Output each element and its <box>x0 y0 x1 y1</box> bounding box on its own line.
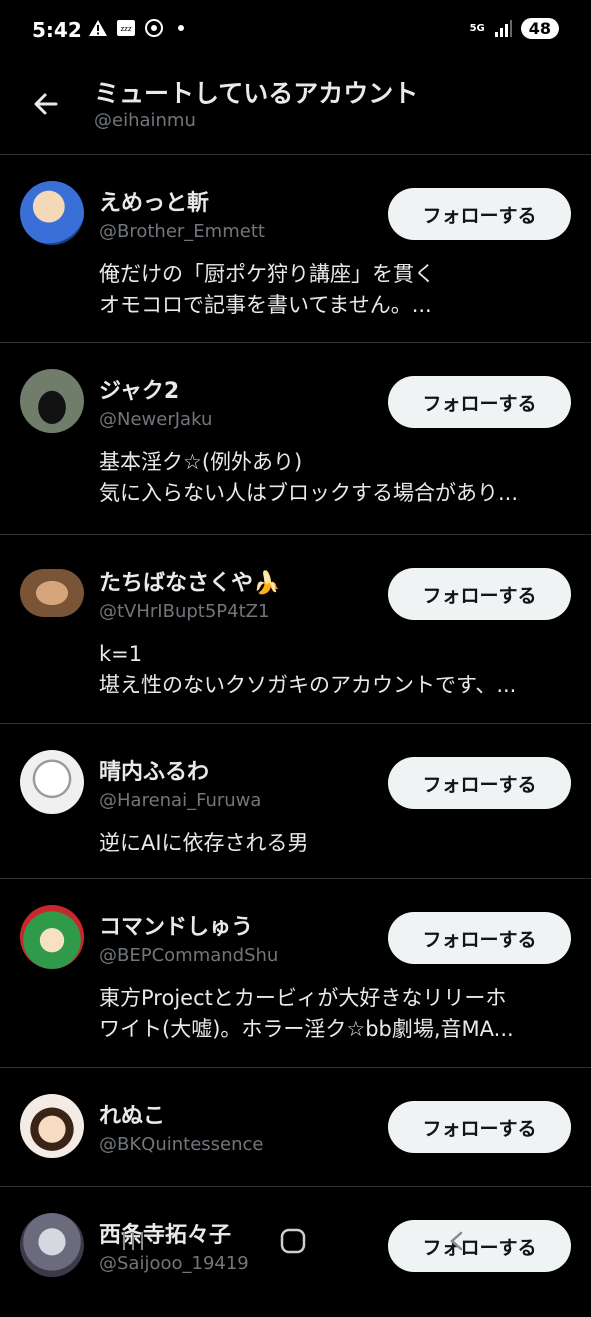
bio-line: ワイト(大嘘)。ホラー淫ク☆bb劇場,音MA... <box>99 1017 514 1041</box>
avatar[interactable] <box>20 1094 84 1158</box>
bio-line: 基本淫ク☆(例外あり) <box>99 450 303 474</box>
account-bio: k=1 堪え性のないクソガキのアカウントです、... <box>99 639 569 701</box>
avatar[interactable] <box>20 750 84 814</box>
account-handle: @Harenai_Furuwa <box>99 790 262 811</box>
account-handle: @Brother_Emmett <box>99 221 265 242</box>
account-row[interactable]: コマンドしゅう @BEPCommandShu 東方Projectとカービィが大好… <box>0 879 591 1068</box>
signal-icon <box>494 19 512 37</box>
follow-button[interactable]: フォローする <box>388 757 571 809</box>
account-handle: @BEPCommandShu <box>99 945 279 966</box>
account-name: ジャク2 <box>99 379 180 404</box>
muted-accounts-list: えめっと斬 @Brother_Emmett 俺だけの「厨ポケ狩り講座」を貫く オ… <box>0 155 591 1317</box>
account-bio: 俺だけの「厨ポケ狩り講座」を貫く オモコロで記事を書いてません。... <box>99 259 569 321</box>
zzz-icon: zzz <box>117 20 135 36</box>
page-header: ミュートしているアカウント @eihainmu <box>0 62 591 155</box>
account-row[interactable]: ジャク2 @NewerJaku 基本淫ク☆(例外あり) 気に入らない人はブロック… <box>0 343 591 535</box>
bio-line: 堪え性のないクソガキのアカウントです、... <box>99 673 517 697</box>
bio-line: 気に入らない人はブロックする場合があり... <box>99 481 519 505</box>
svg-text:zzz: zzz <box>120 25 131 33</box>
account-bio: 東方Projectとカービィが大好きなリリーホ ワイト(大嘘)。ホラー淫ク☆bb… <box>99 983 569 1045</box>
follow-button[interactable]: フォローする <box>388 568 571 620</box>
bio-line: 東方Projectとカービィが大好きなリリーホ <box>99 986 507 1010</box>
follow-button[interactable]: フォローする <box>388 1101 571 1153</box>
follow-button[interactable]: フォローする <box>388 376 571 428</box>
account-row[interactable]: れぬこ @BKQuintessence フォローする <box>0 1068 591 1187</box>
avatar[interactable] <box>20 569 84 617</box>
account-name: れぬこ <box>99 1104 166 1129</box>
follow-button[interactable]: フォローする <box>388 1220 571 1272</box>
account-handle: @NewerJaku <box>99 409 213 430</box>
account-bio: 基本淫ク☆(例外あり) 気に入らない人はブロックする場合があり... <box>99 447 569 509</box>
account-name: えめっと斬 <box>99 191 210 216</box>
battery-level: 48 <box>520 18 559 39</box>
account-name: たちばなさくや🍌 <box>99 571 281 596</box>
account-handle: @tVHrIBupt5P4tZ1 <box>99 601 270 622</box>
account-handle: @BKQuintessence <box>99 1134 264 1155</box>
status-bar: 5:42 zzz 5G 48 <box>0 0 591 62</box>
account-row[interactable]: えめっと斬 @Brother_Emmett 俺だけの「厨ポケ狩り講座」を貫く オ… <box>0 155 591 343</box>
account-bio: 逆にAIに依存される男 <box>99 828 569 859</box>
account-row[interactable]: 西条寺拓々子 @Saijooo_19419 フォローする <box>0 1187 591 1317</box>
bio-line: オモコロで記事を書いてません。... <box>99 293 432 317</box>
follow-button[interactable]: フォローする <box>388 188 571 240</box>
account-name: 西条寺拓々子 <box>99 1223 232 1248</box>
page-subtitle: @eihainmu <box>94 110 196 131</box>
notification-dot-icon <box>178 25 184 31</box>
follow-button[interactable]: フォローする <box>388 912 571 964</box>
account-name: コマンドしゅう <box>99 915 254 940</box>
warning-icon <box>89 20 107 36</box>
network-type: 5G <box>469 22 485 34</box>
data-saver-icon <box>145 19 163 37</box>
avatar[interactable] <box>20 369 84 433</box>
avatar[interactable] <box>20 905 84 969</box>
account-name: 晴内ふるわ <box>99 760 210 785</box>
arrow-left-icon[interactable] <box>26 84 66 124</box>
account-row[interactable]: たちばなさくや🍌 @tVHrIBupt5P4tZ1 k=1 堪え性のないクソガキ… <box>0 535 591 724</box>
status-right-icons: 5G 48 <box>470 18 559 39</box>
bio-line: 逆にAIに依存される男 <box>99 831 309 855</box>
account-handle: @Saijooo_19419 <box>99 1253 249 1274</box>
status-time: 5:42 <box>32 18 82 42</box>
bio-line: 俺だけの「厨ポケ狩り講座」を貫く <box>99 262 435 286</box>
avatar[interactable] <box>20 181 84 245</box>
page-title: ミュートしているアカウント <box>94 79 419 108</box>
status-left-icons: zzz <box>88 18 184 38</box>
bio-line: k=1 <box>99 642 143 666</box>
account-row[interactable]: 晴内ふるわ @Harenai_Furuwa 逆にAIに依存される男 フォローする <box>0 724 591 879</box>
avatar[interactable] <box>20 1213 84 1277</box>
